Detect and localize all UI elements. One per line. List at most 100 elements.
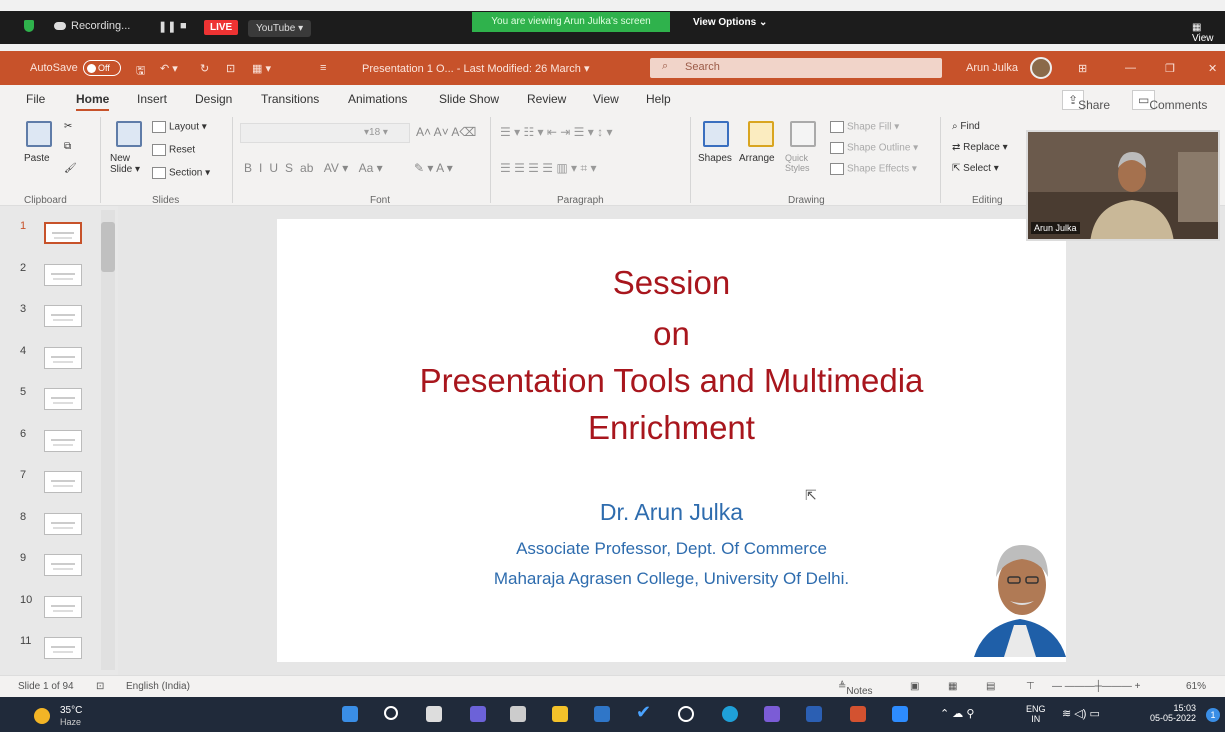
widgets-icon[interactable] (510, 706, 526, 722)
font-size-select[interactable]: ▾18 ▾ (364, 127, 388, 138)
font-format-buttons[interactable]: BIUSab AV ▾ Aa ▾ (244, 161, 383, 175)
cut-icon[interactable]: ✂ (64, 121, 72, 132)
share-button[interactable]: ⇪ Share (1062, 90, 1110, 112)
arrange-icon[interactable] (748, 121, 774, 147)
notes-button[interactable]: ≜ Notes (838, 681, 873, 697)
save-icon[interactable]: 🖫 (136, 62, 145, 81)
search-input[interactable]: Search (650, 58, 942, 78)
notification-badge[interactable]: 1 (1206, 708, 1220, 722)
quick-styles-icon[interactable] (790, 121, 816, 147)
todo-icon[interactable]: ✔ (636, 702, 652, 722)
slide-thumbnail[interactable] (44, 388, 82, 410)
select-button[interactable]: ⇱ Select ▾ (952, 163, 999, 174)
speaker-video[interactable]: Arun Julka (1026, 130, 1220, 241)
shape-effects-button[interactable]: Shape Effects ▾ (830, 163, 917, 175)
slide-thumbnail[interactable] (44, 346, 82, 369)
tab-transitions[interactable]: Transitions (261, 92, 319, 106)
zoom-level[interactable]: 61% (1186, 681, 1206, 692)
shapes-button[interactable]: Shapes (698, 153, 732, 164)
zoom-icon[interactable] (892, 706, 908, 722)
app-icon[interactable] (764, 706, 780, 722)
redo-icon[interactable]: ↻ (200, 62, 209, 75)
ribbon-display-icon[interactable]: ⊞ (1078, 62, 1087, 75)
new-slide-button[interactable]: New Slide ▾ (110, 153, 150, 175)
task-view-icon[interactable] (426, 706, 442, 722)
slide-thumbnail[interactable] (44, 512, 82, 535)
weather-icon[interactable] (34, 708, 50, 724)
network-volume-icons[interactable]: ≋ ◁) ▭ (1062, 707, 1100, 720)
replace-button[interactable]: ⇄ Replace ▾ (952, 142, 1008, 153)
input-language[interactable]: ENG IN (1026, 704, 1046, 724)
weather-temp[interactable]: 35°C (60, 705, 82, 716)
maximize-icon[interactable]: ❐ (1165, 62, 1175, 75)
tab-review[interactable]: Review (527, 92, 566, 106)
avatar[interactable] (1030, 57, 1052, 79)
layout-button[interactable]: Layout ▾ (152, 121, 207, 133)
list-buttons[interactable]: ☰ ▾ ☷ ▾ ⇤ ⇥ ☰ ▾ ↕ ▾ (500, 125, 612, 139)
reading-view-icon[interactable]: ▤ (986, 681, 995, 692)
find-button[interactable]: ⌕ Find (952, 121, 980, 132)
customize-icon[interactable]: ≡ (320, 62, 326, 74)
tray-icons[interactable]: ⌃ ☁ ⚲ (940, 707, 974, 720)
live-badge[interactable]: LIVE (204, 20, 239, 35)
pause-recording-button[interactable]: ❚❚ (158, 20, 176, 33)
slide-thumbnail[interactable] (44, 305, 82, 327)
slide-thumbnail[interactable] (44, 429, 82, 452)
slide-sorter-icon[interactable]: ▦ (948, 681, 957, 692)
language-label[interactable]: English (India) (126, 681, 190, 692)
clock[interactable]: 15:03 05-05-2022 (1140, 703, 1196, 723)
tab-view[interactable]: View (593, 92, 619, 106)
powerpoint-icon[interactable] (850, 706, 866, 722)
view-options-button[interactable]: View Options ⌄ (693, 17, 767, 28)
stop-recording-button[interactable]: ■ (180, 20, 187, 32)
shapes-icon[interactable] (703, 121, 729, 147)
scrollbar-thumb[interactable] (101, 222, 115, 272)
font-grow-buttons[interactable]: A˄ A˅ A⌫ (416, 125, 476, 139)
recording-indicator[interactable]: Recording... (54, 20, 130, 32)
paste-button[interactable]: Paste (24, 153, 50, 164)
present-icon[interactable]: ⊡ (226, 62, 235, 75)
quick-styles-button[interactable]: Quick Styles (785, 153, 819, 173)
copy-icon[interactable]: ⧉ (64, 141, 71, 152)
reset-button[interactable]: Reset (152, 144, 195, 156)
slideshow-icon[interactable]: ⊤ (1026, 681, 1035, 692)
thumbnail-scrollbar[interactable] (101, 210, 115, 670)
mail-icon[interactable] (594, 706, 610, 722)
slide-thumbnail[interactable] (44, 637, 82, 659)
slide-thumbnail[interactable] (44, 222, 82, 244)
file-title[interactable]: Presentation 1 O... - Last Modified: 26 … (362, 62, 589, 75)
comments-button[interactable]: ▭ Comments (1132, 90, 1207, 112)
tab-design[interactable]: Design (195, 92, 232, 106)
user-name[interactable]: Arun Julka (966, 62, 1018, 74)
format-painter-icon[interactable]: 🖌 (64, 163, 77, 174)
tab-animations[interactable]: Animations (348, 92, 407, 106)
search-icon[interactable] (384, 706, 398, 720)
close-icon[interactable]: ✕ (1208, 62, 1217, 75)
tab-help[interactable]: Help (646, 92, 671, 106)
view-button[interactable]: ▦ View (1192, 22, 1225, 44)
paste-icon[interactable] (26, 121, 52, 147)
align-buttons[interactable]: ☰ ☰ ☰ ☰ ▥ ▾ ⌗ ▾ (500, 161, 597, 176)
chat-icon[interactable] (470, 706, 486, 722)
tab-insert[interactable]: Insert (137, 92, 167, 106)
slide-thumbnail[interactable] (44, 263, 82, 286)
normal-view-icon[interactable]: ▣ (910, 681, 919, 692)
layout-icon[interactable]: ▦ ▾ (252, 62, 271, 75)
autosave-toggle[interactable]: Off (83, 60, 121, 76)
tab-slide-show[interactable]: Slide Show (439, 92, 499, 106)
edge-icon[interactable] (722, 706, 738, 722)
arrange-button[interactable]: Arrange (739, 153, 775, 164)
cortana-icon[interactable] (678, 706, 694, 722)
file-explorer-icon[interactable] (552, 706, 568, 722)
slide-thumbnail[interactable] (44, 471, 82, 493)
slide-thumbnail[interactable] (44, 595, 82, 618)
tab-home[interactable]: Home (76, 92, 110, 112)
new-slide-icon[interactable] (116, 121, 142, 147)
shape-fill-button[interactable]: Shape Fill ▾ (830, 121, 899, 133)
current-slide[interactable]: Session on Presentation Tools and Multim… (277, 219, 1066, 662)
shape-outline-button[interactable]: Shape Outline ▾ (830, 142, 918, 154)
font-color-buttons[interactable]: ✎ ▾ A ▾ (414, 161, 453, 175)
tab-file[interactable]: File (26, 92, 45, 106)
section-button[interactable]: Section ▾ (152, 167, 210, 179)
slide-thumbnail[interactable] (44, 554, 82, 576)
